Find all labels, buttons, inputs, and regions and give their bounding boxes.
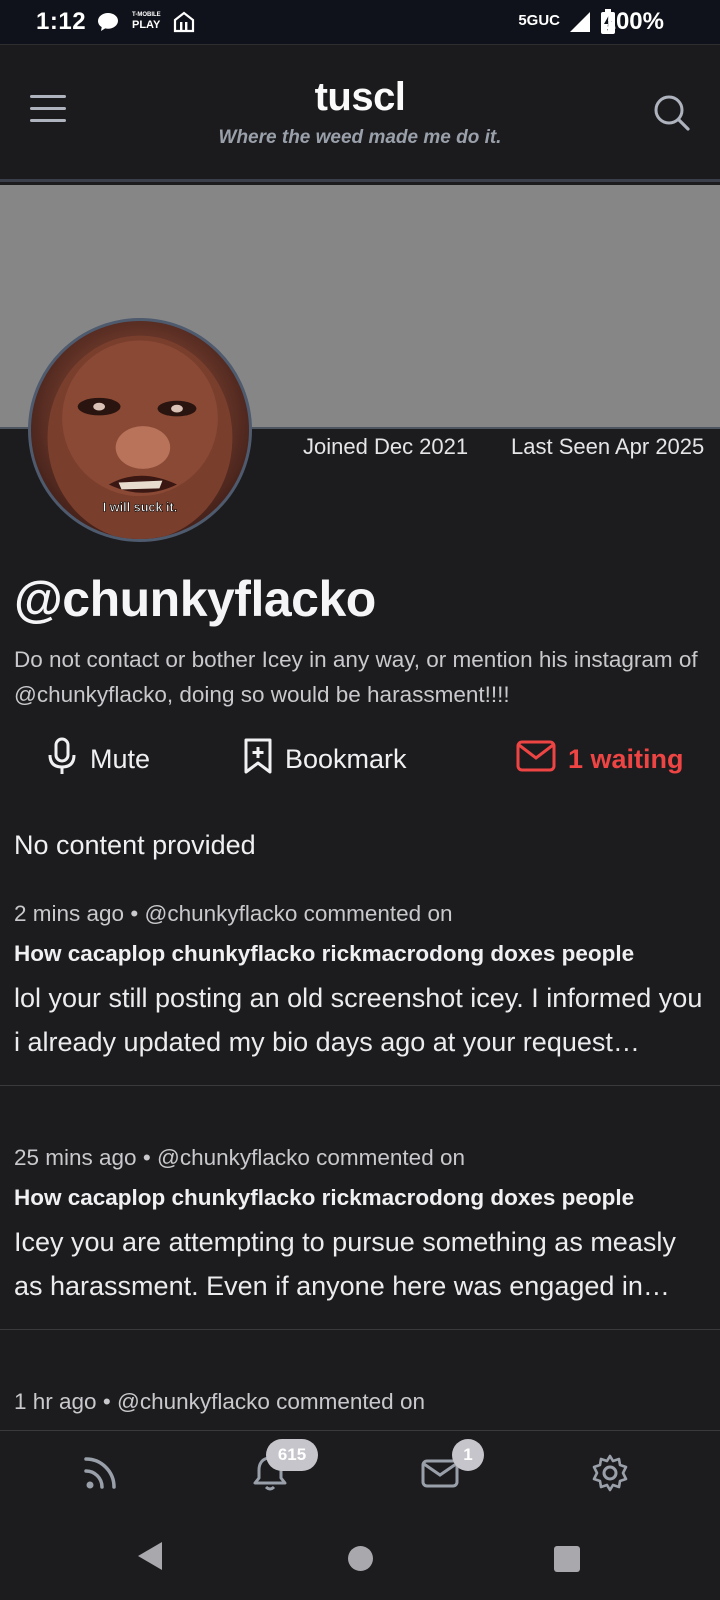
profile-actions: Mute Bookmark 1 waiting: [0, 734, 720, 784]
mute-label: Mute: [90, 743, 151, 774]
app-header: tuscl Where the weed made me do it.: [0, 44, 720, 182]
post-meta: 2 mins ago • @chunkyflacko commented on: [14, 901, 453, 926]
profile-username: @chunkyflacko: [14, 571, 376, 627]
recents-icon[interactable]: [554, 1546, 580, 1572]
system-navigation-bar: [0, 1518, 720, 1600]
network-type: 5GUC: [518, 12, 560, 29]
bookmark-button[interactable]: Bookmark: [243, 734, 407, 784]
post-body: lol your still posting an old screenshot…: [14, 983, 703, 1057]
avatar[interactable]: I will suck it.: [28, 318, 252, 542]
messages-icon[interactable]: 1: [420, 1439, 484, 1501]
home-icon[interactable]: [348, 1546, 373, 1571]
status-bar: 1:12 T-MOBILE PLAY 5GUC 100%: [0, 0, 720, 44]
chat-bubble-icon: [96, 10, 120, 34]
no-content-text: No content provided: [14, 830, 256, 860]
post-meta: 25 mins ago • @chunkyflacko commented on: [14, 1145, 465, 1170]
back-icon[interactable]: [136, 1540, 164, 1577]
post-thread-title[interactable]: How cacaplop chunkyflacko rickmacrodong …: [0, 932, 720, 976]
list-item[interactable]: 2 mins ago • @chunkyflacko commented on …: [0, 896, 720, 1086]
messages-badge: 1: [452, 1439, 484, 1471]
last-seen-date: Last Seen Apr 2025: [511, 434, 705, 459]
list-item[interactable]: 1 hr ago • @chunkyflacko commented on: [0, 1330, 720, 1430]
microphone-icon: [46, 737, 90, 782]
search-icon[interactable]: [652, 93, 692, 133]
avatar-caption: I will suck it.: [103, 501, 177, 515]
messages-waiting-label: 1 waiting: [568, 743, 684, 774]
feed-icon[interactable]: [80, 1453, 128, 1501]
profile-bio: Do not contact or bother Icey in any way…: [14, 647, 698, 707]
bookmark-label: Bookmark: [285, 743, 407, 774]
tmobile-play-icon: T-MOBILE PLAY: [132, 12, 161, 31]
notifications-badge: 615: [266, 1439, 318, 1471]
site-title[interactable]: tuscl: [0, 75, 720, 120]
tmobile-app-icon: [172, 10, 196, 34]
activity-feed: 2 mins ago • @chunkyflacko commented on …: [0, 896, 720, 1430]
post-body: Icey you are attempting to pursue someth…: [14, 1227, 676, 1301]
bottom-navigation: 615 1: [0, 1430, 720, 1518]
joined-date: Joined Dec 2021: [303, 434, 469, 459]
envelope-icon: [516, 740, 568, 779]
mute-button[interactable]: Mute: [46, 734, 150, 784]
messages-waiting-button[interactable]: 1 waiting: [516, 734, 684, 784]
post-thread-title[interactable]: How cacaplop chunkyflacko rickmacrodong …: [0, 1176, 720, 1220]
battery-percent: 100%: [602, 8, 664, 35]
bookmark-plus-icon: [243, 738, 285, 781]
gear-icon[interactable]: [590, 1453, 638, 1501]
status-time: 1:12: [36, 8, 87, 35]
post-meta: 1 hr ago • @chunkyflacko commented on: [14, 1389, 425, 1414]
list-item[interactable]: 25 mins ago • @chunkyflacko commented on…: [0, 1086, 720, 1330]
signal-icon: [568, 10, 592, 34]
site-tagline: Where the weed made me do it.: [218, 127, 502, 148]
notifications-bell-icon[interactable]: 615: [250, 1439, 318, 1501]
